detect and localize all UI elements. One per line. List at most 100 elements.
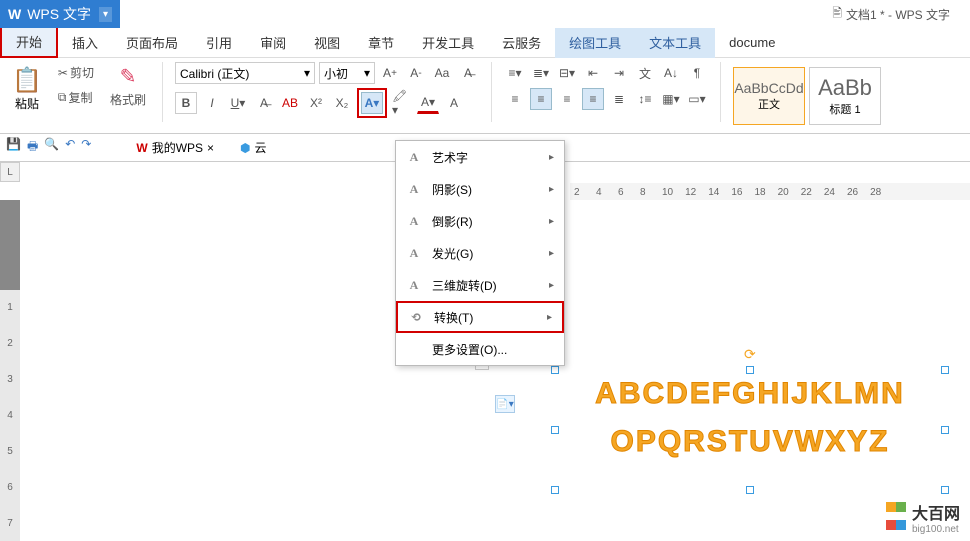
reflect-icon: A: [406, 214, 422, 229]
dd-more-settings[interactable]: 更多设置(O)...: [396, 333, 564, 365]
text-effect-dropdown: A艺术字▸ A阴影(S)▸ A倒影(R)▸ A发光(G)▸ A三维旋转(D)▸ …: [395, 140, 565, 366]
line-spacing-button[interactable]: ↕≡: [634, 88, 656, 110]
chevron-right-icon: ▸: [549, 184, 554, 195]
italic-button[interactable]: I: [201, 92, 223, 114]
subscript-button[interactable]: X₂: [331, 92, 353, 114]
align-center-button[interactable]: ≡: [530, 88, 552, 110]
style-normal[interactable]: AaBbCcDd 正文: [733, 67, 805, 125]
superscript-button[interactable]: X²: [305, 92, 327, 114]
resize-handle-tl[interactable]: [551, 366, 559, 374]
underline-button[interactable]: U▾: [227, 92, 249, 114]
font-size-select[interactable]: 小初▾: [319, 62, 375, 84]
copy-icon: ⧉: [58, 90, 67, 105]
format-brush-button[interactable]: ✎ 格式刷: [106, 62, 150, 110]
font-family-select[interactable]: Calibri (正文)▾: [175, 62, 315, 84]
tab-cloud[interactable]: ⬢ 云: [231, 136, 276, 159]
resize-handle-bm[interactable]: [746, 486, 754, 494]
rotate-handle[interactable]: ⟳: [744, 346, 756, 363]
ribbon: 📋 粘贴 ✂剪切 ⧉复制 ✎ 格式刷 Calibri (正文)▾ 小初▾ A+ …: [0, 58, 970, 134]
dd-shadow[interactable]: A阴影(S)▸: [396, 173, 564, 205]
menu-dev[interactable]: 开发工具: [408, 28, 488, 58]
ruler-corner: L: [0, 162, 20, 182]
change-case-button[interactable]: Aa: [431, 62, 453, 84]
menu-refs[interactable]: 引用: [192, 28, 246, 58]
menu-view[interactable]: 视图: [300, 28, 354, 58]
bullets-button[interactable]: ≡▾: [504, 62, 526, 84]
clear-format-button[interactable]: A̶: [457, 62, 479, 84]
watermark-logo-icon: [886, 499, 906, 535]
borders-button[interactable]: ▭▾: [686, 88, 708, 110]
dd-rotate3d[interactable]: A三维旋转(D)▸: [396, 269, 564, 301]
menu-start[interactable]: 开始: [0, 28, 58, 58]
cut-button[interactable]: ✂剪切: [54, 62, 98, 83]
redo-icon[interactable]: ↷: [81, 137, 91, 158]
document-title: 🖹 文档1 * - WPS 文字: [832, 4, 950, 25]
paste-options-button[interactable]: 📄▾: [495, 395, 515, 413]
shadow-icon: A: [406, 182, 422, 197]
menu-docume[interactable]: docume: [715, 28, 789, 58]
resize-handle-bl[interactable]: [551, 486, 559, 494]
text-effect-button[interactable]: A▾: [361, 92, 383, 114]
grow-font-button[interactable]: A+: [379, 62, 401, 84]
show-marks-button[interactable]: ¶: [686, 62, 708, 84]
shading-button[interactable]: ▦▾: [660, 88, 682, 110]
distribute-button[interactable]: ≣: [608, 88, 630, 110]
doc-icon: 🖹: [832, 4, 842, 25]
menu-draw-tools[interactable]: 绘图工具: [555, 28, 635, 58]
strike-button[interactable]: A̶: [253, 92, 275, 114]
increase-indent-button[interactable]: ⇥: [608, 62, 630, 84]
decrease-indent-button[interactable]: ⇤: [582, 62, 604, 84]
undo-icon[interactable]: ↶: [65, 137, 75, 158]
menu-text-tools[interactable]: 文本工具: [635, 28, 715, 58]
bold-button[interactable]: B: [175, 92, 197, 114]
close-icon[interactable]: ×: [207, 141, 214, 155]
dd-wordart[interactable]: A艺术字▸: [396, 141, 564, 173]
preview-icon[interactable]: 🔍: [44, 137, 59, 158]
wordart-text[interactable]: ABCDEFGHIJKLMN OPQRSTUVWXYZ: [555, 370, 945, 466]
resize-handle-mr[interactable]: [941, 426, 949, 434]
dd-reflect[interactable]: A倒影(R)▸: [396, 205, 564, 237]
align-justify-button[interactable]: ≡: [582, 88, 604, 110]
strike2-button[interactable]: AB: [279, 92, 301, 114]
save-icon[interactable]: 💾: [6, 137, 21, 158]
wps-logo-icon: W: [136, 141, 147, 155]
copy-button[interactable]: ⧉复制: [54, 87, 98, 108]
dd-transform[interactable]: ⟲转换(T)▸: [396, 301, 564, 333]
menu-cloud[interactable]: 云服务: [488, 28, 555, 58]
chevron-right-icon: ▸: [549, 152, 554, 163]
resize-handle-ml[interactable]: [551, 426, 559, 434]
dd-glow[interactable]: A发光(G)▸: [396, 237, 564, 269]
text-direction-button[interactable]: 文: [634, 62, 656, 84]
glow-icon: A: [406, 246, 422, 261]
paste-button[interactable]: 📋 粘贴: [8, 62, 46, 116]
tab-my-wps[interactable]: W 我的WPS ×: [127, 136, 223, 159]
menu-review[interactable]: 审阅: [246, 28, 300, 58]
align-left-button[interactable]: ≡: [504, 88, 526, 110]
menu-bar: 开始 插入 页面布局 引用 审阅 视图 章节 开发工具 云服务 绘图工具 文本工…: [0, 28, 970, 58]
highlight-button[interactable]: 🖍▾: [391, 92, 413, 114]
style-heading1[interactable]: AaBb 标题 1: [809, 67, 881, 125]
print-icon[interactable]: 🖶: [27, 137, 38, 158]
numbering-button[interactable]: ≣▾: [530, 62, 552, 84]
resize-handle-br[interactable]: [941, 486, 949, 494]
phonetic-button[interactable]: A: [443, 92, 465, 114]
wordart-object[interactable]: ⟳ ABCDEFGHIJKLMN OPQRSTUVWXYZ: [555, 370, 945, 490]
shrink-font-button[interactable]: A-: [405, 62, 427, 84]
menu-layout[interactable]: 页面布局: [112, 28, 192, 58]
clipboard-icon: 📋: [12, 66, 42, 95]
menu-insert[interactable]: 插入: [58, 28, 112, 58]
align-right-button[interactable]: ≡: [556, 88, 578, 110]
app-dropdown-icon[interactable]: ▾: [99, 7, 112, 22]
app-name: WPS 文字: [27, 4, 91, 24]
resize-handle-tm[interactable]: [746, 366, 754, 374]
resize-handle-tr[interactable]: [941, 366, 949, 374]
title-bar: W WPS 文字 ▾ 🖹 文档1 * - WPS 文字: [0, 0, 970, 28]
rotate3d-icon: A: [406, 278, 422, 293]
divider: [491, 62, 492, 122]
sort-button[interactable]: A↓: [660, 62, 682, 84]
ruler-horizontal: 246 81012 141618 202224 2628: [570, 183, 970, 201]
multilevel-button[interactable]: ⊟▾: [556, 62, 578, 84]
font-color-button[interactable]: A▾: [417, 92, 439, 114]
menu-chapter[interactable]: 章节: [354, 28, 408, 58]
app-tab[interactable]: W WPS 文字 ▾: [0, 0, 120, 28]
